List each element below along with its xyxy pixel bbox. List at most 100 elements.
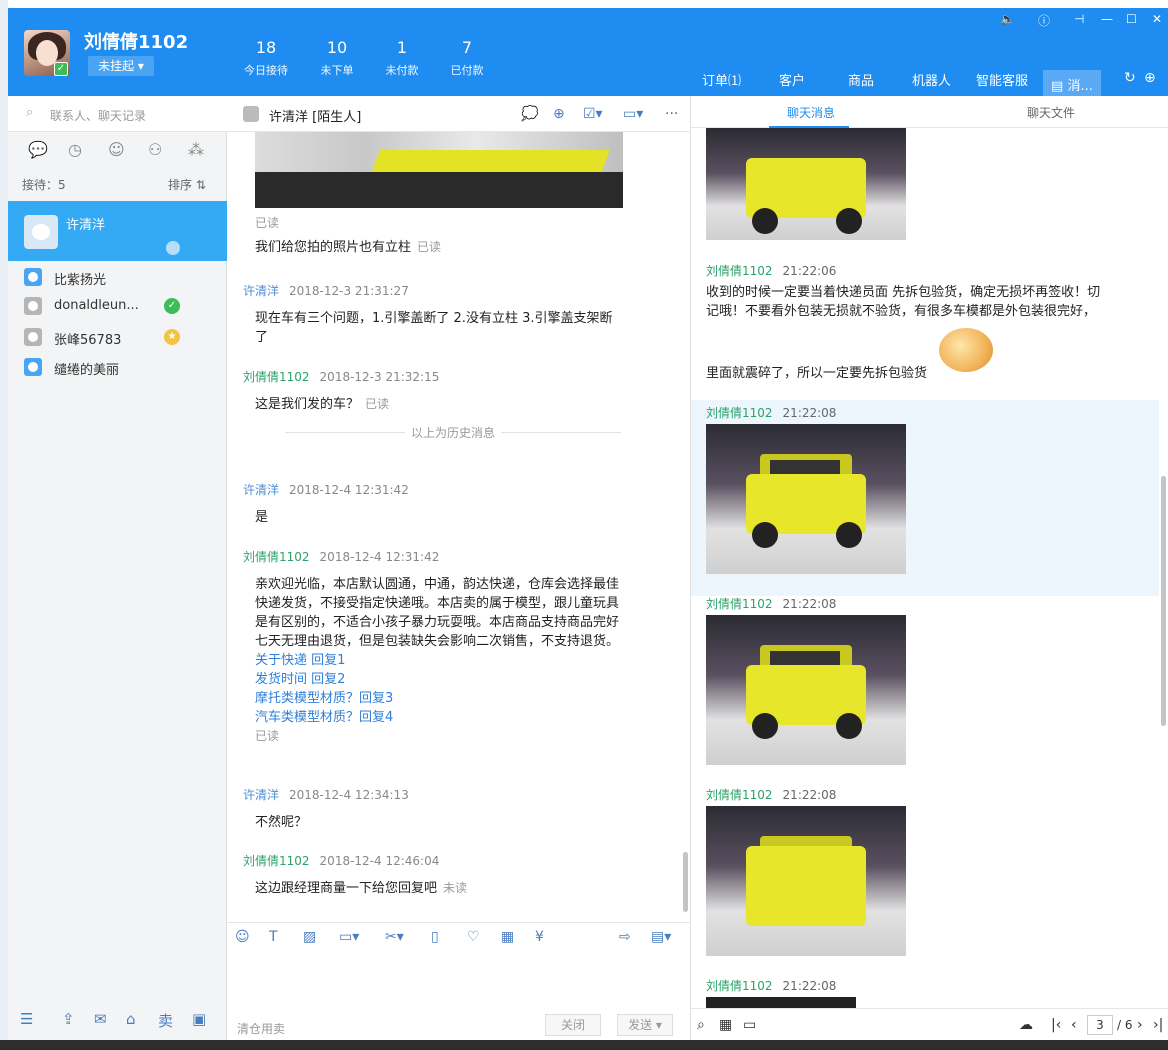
app-window: ✓ 刘倩倩1102 未挂起 ▾ 18 今日接待 10 未下单 1 未付款 7 已… xyxy=(0,0,1168,1050)
search-placeholder: 联系人、聊天记录 xyxy=(50,109,147,123)
coupon-icon[interactable]: ¥ xyxy=(535,929,544,945)
scissors-icon[interactable]: ✂▾ xyxy=(385,929,404,945)
cloud-icon[interactable]: ☁ xyxy=(1019,1017,1033,1033)
history-message-meta: 刘倩倩1102 21:22:06 xyxy=(706,264,837,278)
avatar xyxy=(24,268,42,286)
sell-icon[interactable]: 卖 xyxy=(158,1010,173,1031)
history-icon[interactable]: ▤▾ xyxy=(651,929,671,945)
history-message-meta: 刘倩倩1102 21:22:08 xyxy=(706,597,837,611)
chat-message: 许清洋 2018-12-3 21:31:27 现在车有三个问题，1.引擎盖断了 2… xyxy=(243,284,613,345)
car-photo[interactable] xyxy=(706,615,906,765)
message-list: 已读 我们给您拍的照片也有立柱 已读 许清洋 2018-12-3 21:31:27 … xyxy=(227,132,691,922)
sidebar-bottom-toolbar: ☰ ⇪ ✉ ⌂ 卖 ▣ xyxy=(8,1006,227,1036)
quick-phrase[interactable]: 清仓用卖 xyxy=(237,1020,285,1037)
stat-today[interactable]: 18 今日接待 xyxy=(236,38,296,78)
calendar-icon[interactable]: ▦ xyxy=(719,1017,732,1033)
quick-reply-link[interactable]: 汽车类模型材质？回复4 xyxy=(255,708,625,727)
sort-button[interactable]: 排序 ⇅ xyxy=(168,176,206,193)
tab-customers[interactable]: 客户 xyxy=(779,70,805,89)
mail-icon[interactable]: ✉ xyxy=(94,1010,107,1028)
shop-icon[interactable]: ⌂ xyxy=(126,1010,136,1028)
stat-unpaid[interactable]: 1 未付款 xyxy=(372,38,432,78)
checklist-icon[interactable]: ☑▾ xyxy=(583,106,603,122)
shake-icon[interactable]: ▯ xyxy=(431,929,439,945)
font-icon[interactable]: T xyxy=(269,929,278,945)
prev-page-icon[interactable]: ‹ xyxy=(1071,1017,1077,1033)
volume-icon[interactable]: 🔈 xyxy=(1000,12,1015,26)
menu-icon[interactable]: ☰ xyxy=(20,1010,33,1028)
image-icon[interactable]: ▨ xyxy=(303,929,316,945)
add-icon[interactable]: ⊕ xyxy=(1144,70,1156,86)
avatar xyxy=(243,106,259,122)
tab-chat-messages[interactable]: 聊天消息 xyxy=(787,104,835,121)
chat-message: 许清洋 2018-12-4 12:31:42 是 xyxy=(243,483,409,525)
refresh-icon[interactable]: ↻ xyxy=(1124,70,1136,86)
stat-paid[interactable]: 7 已付款 xyxy=(437,38,497,78)
video-icon[interactable]: ▭▾ xyxy=(623,106,643,122)
tab-chat-files[interactable]: 聊天文件 xyxy=(1027,104,1075,121)
add-contact-icon[interactable]: ⊕ xyxy=(553,106,565,122)
emoji-icon[interactable]: ☺ xyxy=(235,929,250,945)
quick-reply-link[interactable]: 关于快递 回复1 xyxy=(255,651,625,670)
contact-item[interactable]: 比紫扬光 xyxy=(8,263,227,291)
top-header: ✓ 刘倩倩1102 未挂起 ▾ 18 今日接待 10 未下单 1 未付款 7 已… xyxy=(8,8,1168,96)
quick-reply-link[interactable]: 摩托类模型材质？回复3 xyxy=(255,689,625,708)
car-photo[interactable] xyxy=(706,424,906,574)
quick-reply-link[interactable]: 发货时间 回复2 xyxy=(255,670,625,689)
minimize-icon[interactable]: — xyxy=(1101,12,1113,26)
calendar-icon[interactable]: ▦ xyxy=(501,929,514,945)
first-page-icon[interactable]: |‹ xyxy=(1051,1017,1061,1033)
send-button[interactable]: 发送 ▾ xyxy=(617,1014,673,1036)
status-dropdown[interactable]: 未挂起 ▾ xyxy=(88,56,154,76)
message-input[interactable] xyxy=(227,950,691,1010)
chat-message: 许清洋 2018-12-4 12:34:13 不然呢？ xyxy=(243,788,409,830)
tab-messages[interactable]: ▤ 消... xyxy=(1043,70,1101,96)
chat-scrollbar[interactable] xyxy=(681,132,691,922)
tab-robot[interactable]: 机器人 xyxy=(912,70,951,89)
next-page-icon[interactable]: › xyxy=(1137,1017,1143,1033)
tab-products[interactable]: 商品 xyxy=(848,70,874,89)
receive-count: 接待：5 xyxy=(22,178,66,192)
composer-toolbar: ☺ T ▨ ▭▾ ✂▾ ▯ ♡ ▦ ¥ ⇨ ▤▾ xyxy=(227,922,691,950)
car-photo[interactable] xyxy=(706,128,906,240)
pin-icon[interactable]: ⊣ xyxy=(1074,12,1084,26)
car-photo[interactable] xyxy=(706,997,856,1008)
chat-message: 刘倩倩1102 2018-12-4 12:31:42 亲欢迎光临，本店默认圆通，中… xyxy=(243,548,625,746)
history-tabs: 聊天消息 聊天文件 xyxy=(691,96,1168,128)
chat-bubble-icon[interactable]: 💬 xyxy=(28,140,48,159)
heart-icon[interactable]: ♡ xyxy=(467,929,480,945)
org-tree-icon[interactable]: ⁂ xyxy=(188,140,204,159)
page-number-input[interactable]: 3 xyxy=(1087,1015,1113,1035)
contact-name: 许清洋 xyxy=(66,218,106,233)
chat-message: 刘倩倩1102 2018-12-3 21:32:15 这是我们发的车？ 已读 xyxy=(243,370,440,412)
contact-item[interactable]: donaldleun... ✓ xyxy=(8,292,227,320)
search-icon[interactable]: ⌕ xyxy=(697,1017,705,1033)
tab-orders[interactable]: 订单⑴ xyxy=(702,70,741,89)
last-page-icon[interactable]: ›| xyxy=(1153,1017,1163,1033)
stat-not-ordered[interactable]: 10 未下单 xyxy=(307,38,367,78)
clock-icon[interactable]: ◷ xyxy=(68,140,82,159)
transfer-icon[interactable]: ⇨ xyxy=(619,929,631,945)
maximize-icon[interactable]: ☐ xyxy=(1126,12,1137,26)
contact-search[interactable]: ⌕ 联系人、聊天记录 xyxy=(8,96,227,132)
window-icon[interactable]: ▣ xyxy=(192,1010,206,1028)
comment-icon[interactable]: 💭 xyxy=(521,106,538,122)
product-photo[interactable] xyxy=(255,132,623,208)
car-photo[interactable] xyxy=(706,806,906,956)
close-button[interactable]: 关闭 xyxy=(545,1014,601,1036)
person-icon[interactable]: ☺ xyxy=(108,140,125,159)
help-icon[interactable]: ⓘ xyxy=(1038,12,1050,29)
contact-item-active[interactable]: 许清洋 xyxy=(8,201,227,261)
export-icon[interactable]: ⇪ xyxy=(62,1010,75,1028)
contact-item[interactable]: 缱绻的美丽 xyxy=(8,353,227,381)
tab-smart-service[interactable]: 智能客服 xyxy=(976,70,1028,89)
more-icon[interactable]: ··· xyxy=(665,106,678,122)
search-icon: ⌕ xyxy=(26,105,34,120)
message-icon[interactable]: ▭ xyxy=(743,1017,756,1033)
close-icon[interactable]: ✕ xyxy=(1152,12,1162,26)
group-icon[interactable]: ⚇ xyxy=(148,140,162,159)
history-list: 刘倩倩1102 21:22:06 收到的时候一定要当着快递员面 先拆包验货，确定无… xyxy=(691,128,1159,1008)
avatar xyxy=(24,297,42,315)
folder-icon[interactable]: ▭▾ xyxy=(339,929,359,945)
contact-item[interactable]: 张峰56783 ★ xyxy=(8,323,227,351)
